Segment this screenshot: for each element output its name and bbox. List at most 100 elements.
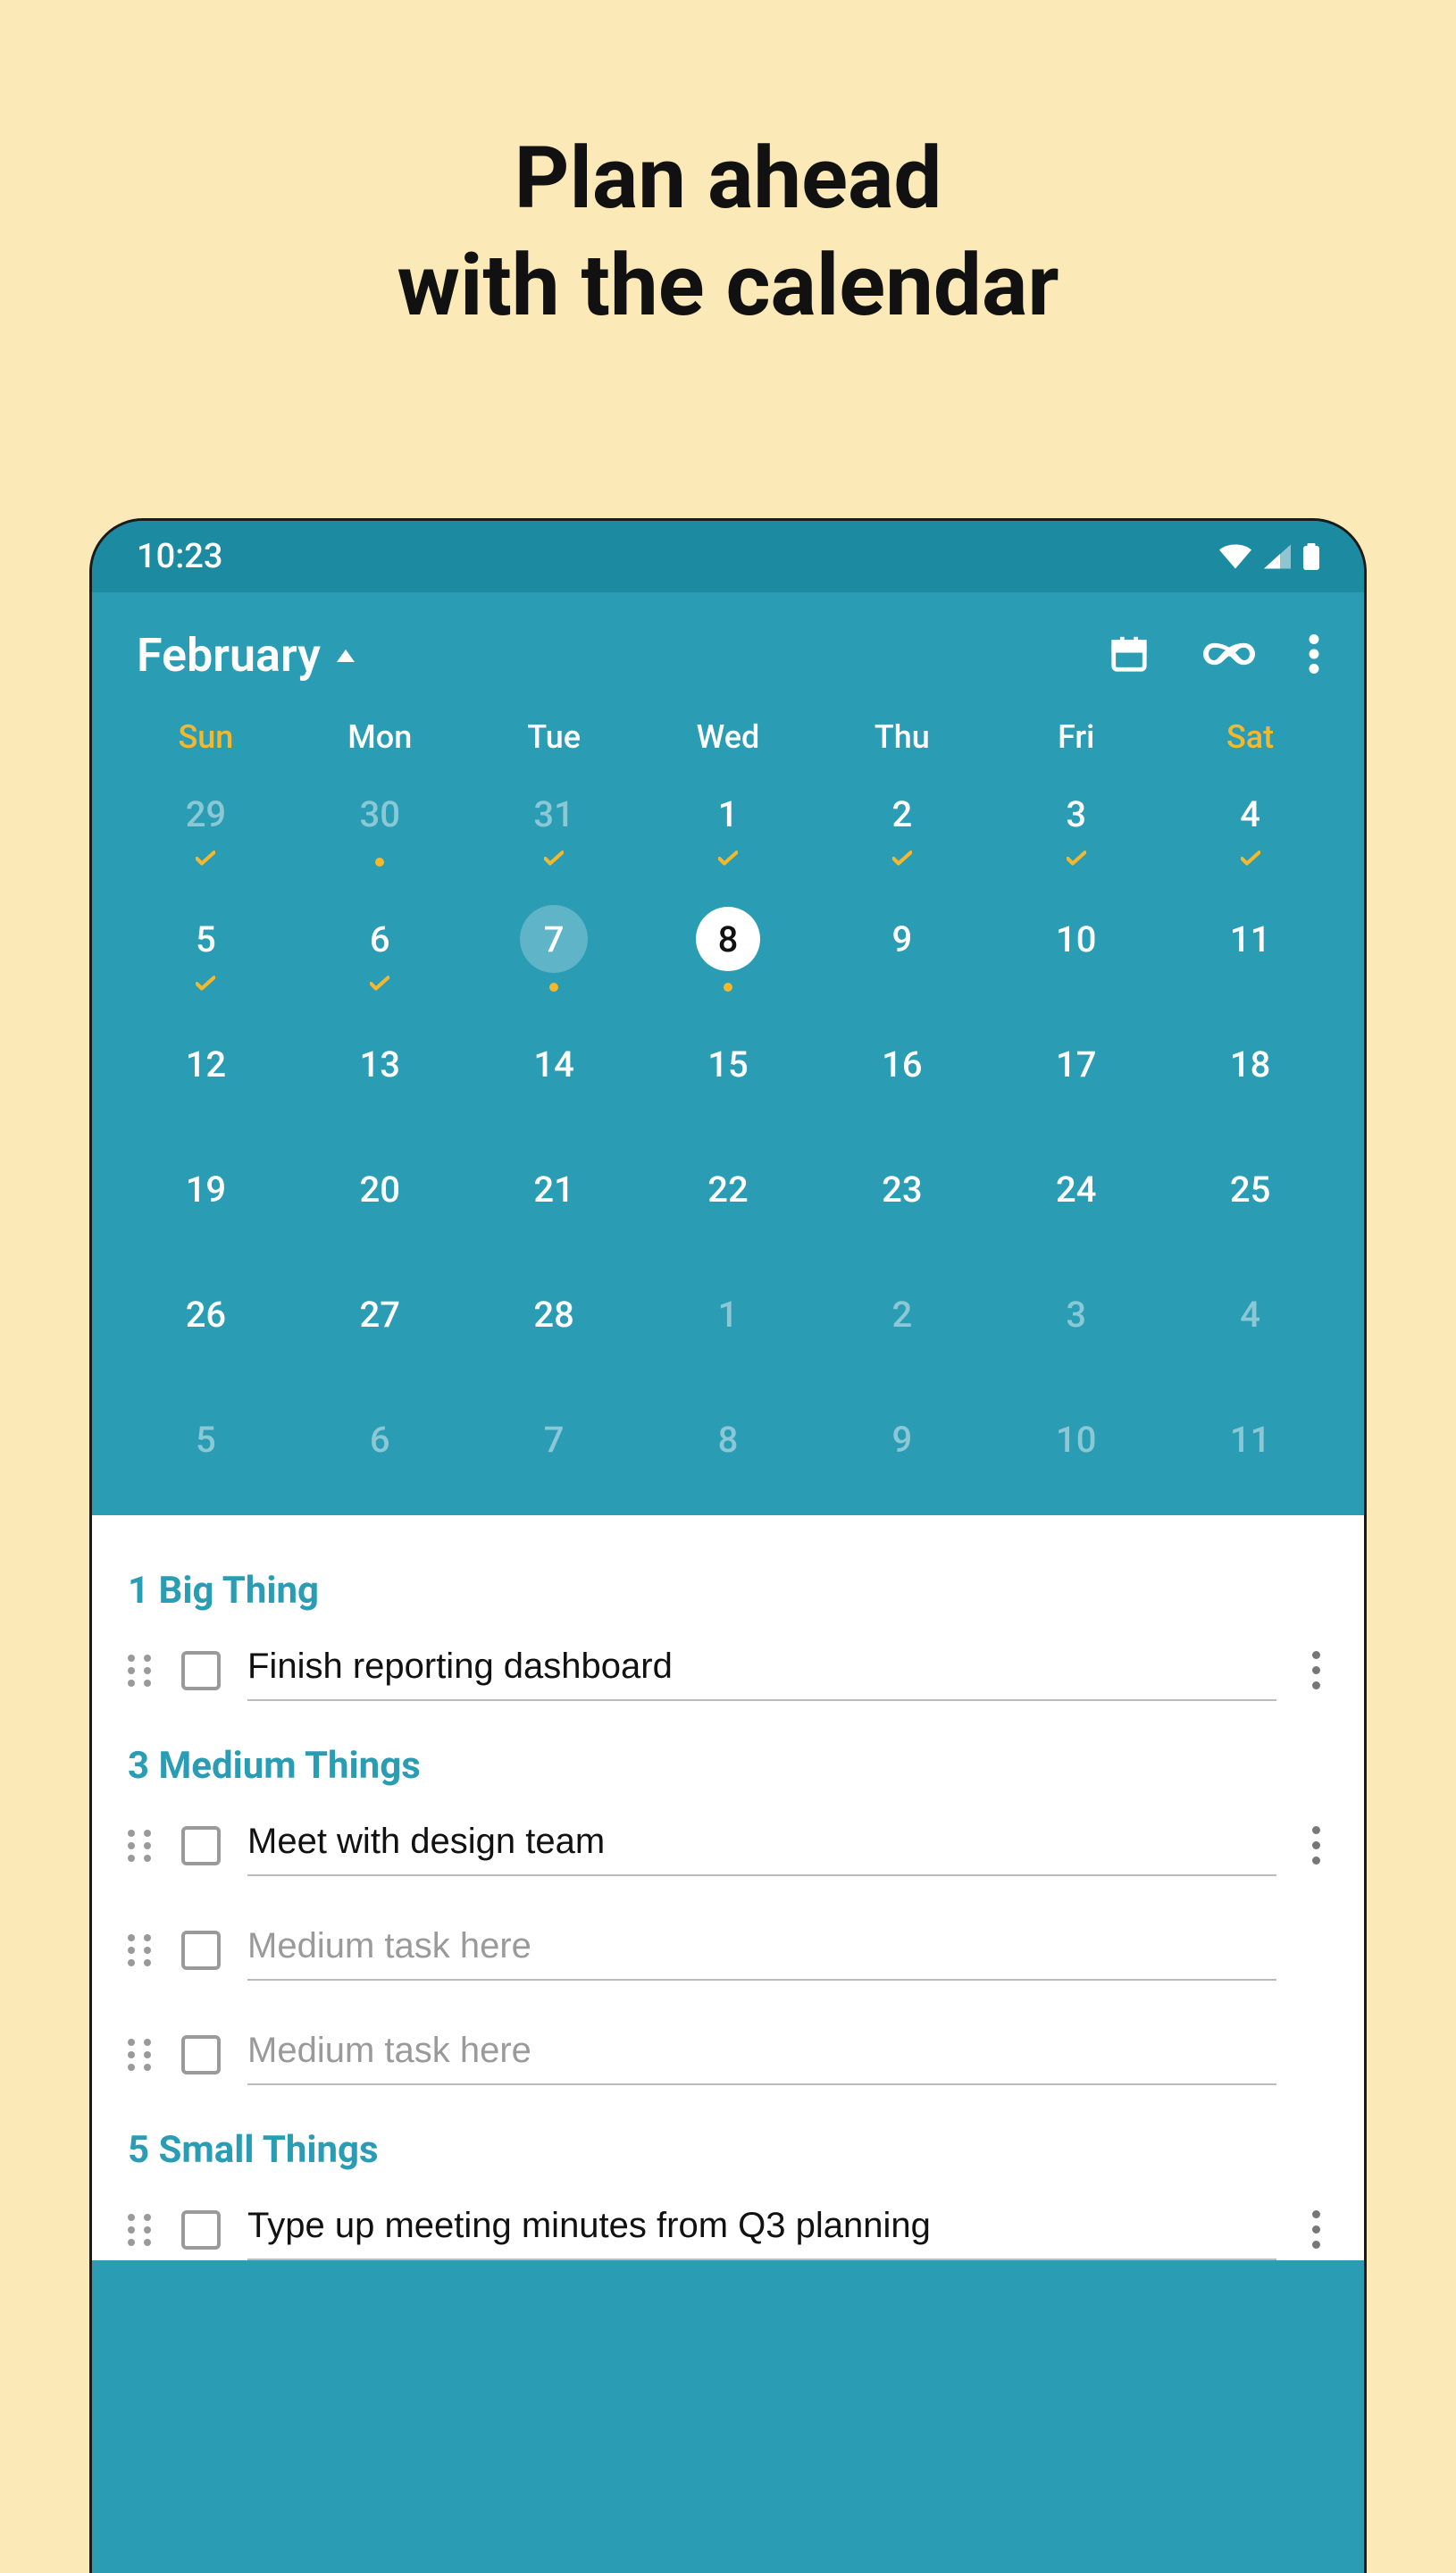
day-number: 21: [533, 1169, 573, 1211]
day-number: 3: [1066, 1294, 1086, 1336]
day-number: 9: [891, 918, 912, 960]
month-dropdown[interactable]: February: [137, 628, 355, 683]
task-checkbox[interactable]: [181, 2210, 221, 2250]
calendar-day[interactable]: 31: [467, 774, 641, 854]
task-row: [128, 1639, 1328, 1701]
calendar-day[interactable]: 10: [989, 1399, 1163, 1479]
more-menu-icon[interactable]: [1309, 634, 1319, 677]
task-menu-icon[interactable]: [1303, 1826, 1328, 1865]
calendar-day[interactable]: 26: [119, 1274, 293, 1354]
day-number: 20: [360, 1169, 400, 1211]
task-input[interactable]: [247, 2199, 1276, 2260]
task-input[interactable]: [247, 1919, 1276, 1981]
calendar-day[interactable]: 19: [119, 1149, 293, 1229]
calendar-day[interactable]: 12: [119, 1024, 293, 1104]
calendar-day[interactable]: 10: [989, 899, 1163, 979]
day-number: 5: [196, 918, 216, 960]
cell-signal-icon: [1264, 544, 1291, 569]
day-number: 5: [196, 1419, 216, 1461]
weekday-label: Thu: [815, 718, 989, 756]
calendar-day[interactable]: 7: [467, 899, 641, 979]
day-number: 27: [360, 1294, 400, 1336]
calendar-day[interactable]: 17: [989, 1024, 1163, 1104]
task-input[interactable]: [247, 2024, 1276, 2085]
calendar-day[interactable]: 20: [293, 1149, 467, 1229]
calendar-day[interactable]: 7: [467, 1399, 641, 1479]
calendar-header: February: [92, 592, 1364, 709]
section-title: 5 Small Things: [128, 2128, 1328, 2172]
task-checkbox[interactable]: [181, 2035, 221, 2074]
drag-handle-icon[interactable]: [128, 1830, 155, 1862]
drag-handle-icon[interactable]: [128, 2039, 155, 2071]
task-checkbox[interactable]: [181, 1931, 221, 1970]
chevron-up-icon: [337, 650, 355, 662]
weekday-label: Tue: [467, 718, 641, 756]
calendar-day[interactable]: 28: [467, 1274, 641, 1354]
day-number: 31: [533, 793, 573, 835]
day-number: 18: [1230, 1043, 1270, 1085]
task-input[interactable]: [247, 1815, 1276, 1876]
calendar-day[interactable]: 2: [815, 1274, 989, 1354]
calendar-day[interactable]: 9: [815, 899, 989, 979]
calendar-day[interactable]: 8: [641, 1399, 816, 1479]
calendar-day[interactable]: 4: [1163, 774, 1337, 854]
phone-frame: 10:23 February: [89, 518, 1367, 2573]
task-panel: 1 Big Thing3 Medium Things5 Small Things: [92, 1515, 1364, 2260]
calendar-day[interactable]: 4: [1163, 1274, 1337, 1354]
calendar-day[interactable]: 3: [989, 1274, 1163, 1354]
task-row: [128, 2024, 1328, 2085]
calendar-day[interactable]: 11: [1163, 899, 1337, 979]
calendar-day[interactable]: 13: [293, 1024, 467, 1104]
calendar-day[interactable]: 11: [1163, 1399, 1337, 1479]
check-icon: [196, 851, 215, 867]
calendar-day[interactable]: 29: [119, 774, 293, 854]
calendar-day[interactable]: 8: [641, 899, 816, 979]
drag-handle-icon[interactable]: [128, 2214, 155, 2246]
day-number: 6: [370, 1419, 390, 1461]
calendar-day[interactable]: 6: [293, 1399, 467, 1479]
calendar-day[interactable]: 16: [815, 1024, 989, 1104]
calendar-day[interactable]: 6: [293, 899, 467, 979]
status-bar: 10:23: [92, 521, 1364, 592]
header-actions: [1109, 633, 1319, 678]
calendar-day[interactable]: 9: [815, 1399, 989, 1479]
check-icon: [1067, 851, 1086, 867]
calendar-day[interactable]: 30: [293, 774, 467, 854]
task-menu-icon[interactable]: [1303, 1651, 1328, 1689]
task-input[interactable]: [247, 1639, 1276, 1701]
section-title: 1 Big Thing: [128, 1569, 1328, 1613]
battery-icon: [1303, 543, 1319, 570]
calendar-day[interactable]: 5: [119, 1399, 293, 1479]
day-number: 13: [360, 1043, 400, 1085]
day-number: 1: [718, 1294, 739, 1336]
calendar-day[interactable]: 1: [641, 1274, 816, 1354]
calendar-day[interactable]: 3: [989, 774, 1163, 854]
task-menu-icon[interactable]: [1303, 2210, 1328, 2249]
day-number: 14: [533, 1043, 573, 1085]
calendar-day[interactable]: 1: [641, 774, 816, 854]
drag-handle-icon[interactable]: [128, 1934, 155, 1966]
calendar-day[interactable]: 24: [989, 1149, 1163, 1229]
day-number: 1: [718, 793, 739, 835]
task-row: [128, 1815, 1328, 1876]
calendar-day[interactable]: 23: [815, 1149, 989, 1229]
calendar-day[interactable]: 15: [641, 1024, 816, 1104]
calendar-day[interactable]: 14: [467, 1024, 641, 1104]
task-row: [128, 2199, 1328, 2260]
calendar-day[interactable]: 25: [1163, 1149, 1337, 1229]
today-icon[interactable]: [1109, 633, 1150, 678]
day-number: 8: [718, 1419, 739, 1461]
day-number: 3: [1066, 793, 1086, 835]
infinity-icon[interactable]: [1203, 641, 1255, 671]
calendar-day[interactable]: 2: [815, 774, 989, 854]
calendar-day[interactable]: 27: [293, 1274, 467, 1354]
calendar-day[interactable]: 18: [1163, 1024, 1337, 1104]
calendar-day[interactable]: 22: [641, 1149, 816, 1229]
check-icon: [1241, 851, 1260, 867]
day-number: 25: [1230, 1169, 1270, 1211]
calendar-day[interactable]: 21: [467, 1149, 641, 1229]
drag-handle-icon[interactable]: [128, 1655, 155, 1687]
task-checkbox[interactable]: [181, 1651, 221, 1690]
calendar-day[interactable]: 5: [119, 899, 293, 979]
task-checkbox[interactable]: [181, 1826, 221, 1865]
